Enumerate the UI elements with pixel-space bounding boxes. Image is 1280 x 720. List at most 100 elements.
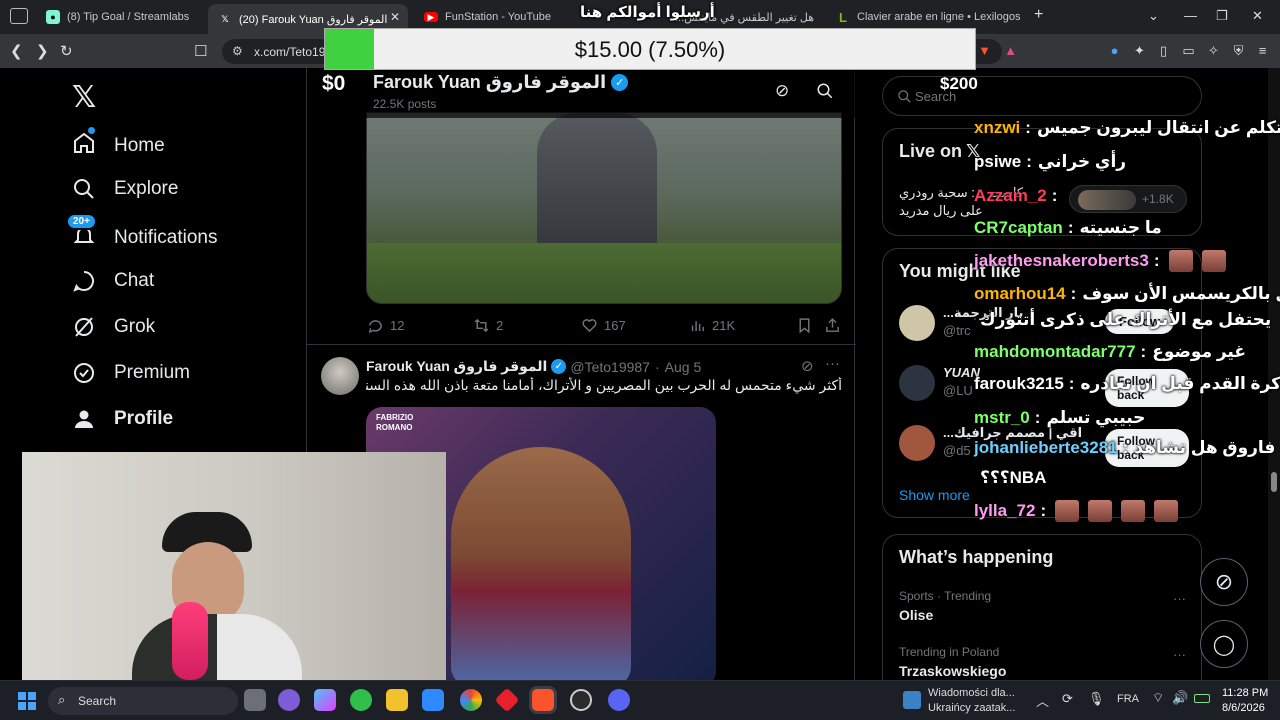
post-date[interactable]: Aug 5 <box>665 359 702 375</box>
obs-icon[interactable] <box>570 689 592 711</box>
brave-icon[interactable] <box>532 689 554 711</box>
tab-streamlabs[interactable]: ● (8) Tip Goal / Streamlabs <box>36 4 206 30</box>
post-image-knight[interactable] <box>366 112 842 304</box>
reply-count: 12 <box>390 318 405 333</box>
battery-icon[interactable] <box>1194 694 1210 703</box>
nav-explore[interactable]: Explore <box>72 177 178 201</box>
tab-title: (8) Tip Goal / Streamlabs <box>67 11 190 23</box>
maximize-button[interactable]: ❐ <box>1216 8 1228 24</box>
bookmark-button[interactable] <box>796 317 819 334</box>
chrome-icon[interactable] <box>460 689 482 711</box>
brave-rewards-icon[interactable]: ▲ <box>1003 43 1018 58</box>
chat-text: طيب تكلم عن انتقال ليبرون جميس <box>1036 118 1280 137</box>
show-more-link[interactable]: Show more <box>899 487 970 503</box>
clock-date[interactable]: 8/6/2026 <box>1222 702 1265 714</box>
search-header-icon[interactable] <box>816 82 834 100</box>
clock-time[interactable]: 11:28 PM <box>1222 687 1268 699</box>
tray-chevron-icon[interactable]: ︿ <box>1036 691 1049 710</box>
tab-search-chevron-icon[interactable]: ⌄ <box>1148 8 1159 24</box>
language-indicator[interactable]: FRA <box>1117 693 1139 705</box>
extensions-icon[interactable]: ✦ <box>1132 43 1147 58</box>
repost-button[interactable]: 2 <box>473 317 503 334</box>
news-line2[interactable]: Ukraińcy zaatak... <box>928 702 1015 714</box>
search-box[interactable]: Search <box>882 76 1202 116</box>
wallet-icon[interactable]: ▭ <box>1181 43 1196 58</box>
listener-count-text: +1.8K <box>1142 192 1174 206</box>
nav-notifications[interactable]: 20+ Notifications <box>66 213 218 253</box>
nav-premium-label: Premium <box>114 362 191 383</box>
chat-text: فاروق هل تشاهد <box>1134 438 1276 457</box>
sync-icon[interactable]: ⟳ <box>1062 691 1073 707</box>
vpn-icon[interactable]: ⛨ <box>1231 43 1246 58</box>
news-line1[interactable]: Wiadomości dla... <box>928 687 1015 699</box>
close-tab-icon[interactable]: ✕ <box>390 10 400 24</box>
chat-app-icon[interactable] <box>278 689 300 711</box>
more-icon[interactable]: ··· <box>825 355 840 372</box>
windows-start-icon[interactable] <box>18 692 36 710</box>
grok-fab-button[interactable]: ⊘ <box>1200 558 1248 606</box>
discord-icon[interactable] <box>608 689 630 711</box>
image-caption: FABRIZIO ROMANO <box>376 413 413 433</box>
nav-profile[interactable]: Profile <box>72 407 173 431</box>
overlay-title: أرسلوا أموالكم هنا <box>580 4 715 21</box>
grok-post-icon[interactable]: ⊘ <box>801 357 814 375</box>
tab-youtube[interactable]: ▶ FunStation - YouTube <box>414 4 584 30</box>
chat-message: mstr_0 : حبيبي تسلم <box>974 408 1145 428</box>
news-widget-icon[interactable] <box>903 691 921 709</box>
trend-item[interactable]: Sports · Trending Olise ··· <box>899 589 1189 633</box>
sidebar-icon[interactable]: ▯ <box>1156 43 1171 58</box>
chat-username: farouk3215 <box>974 374 1064 393</box>
post-author-name[interactable]: Farouk Yuan الموقر فاروق <box>366 358 547 375</box>
trend-more-icon[interactable]: ··· <box>1173 647 1186 662</box>
close-window-button[interactable]: ✕ <box>1252 8 1263 24</box>
nav-chat[interactable]: Chat <box>72 269 154 293</box>
minimize-button[interactable]: — <box>1184 8 1197 23</box>
brave-shield-icon[interactable]: ▼ <box>977 43 992 58</box>
repost-count: 2 <box>496 318 504 333</box>
share-button[interactable] <box>824 317 847 334</box>
volume-icon[interactable]: 🔊 <box>1172 690 1188 706</box>
new-tab-button[interactable]: + <box>1034 6 1043 24</box>
wifi-icon[interactable]: ⌔ <box>1152 690 1164 706</box>
suggestion-handle: @trc <box>943 323 971 338</box>
grok-header-icon[interactable]: ⊘ <box>775 81 789 101</box>
xbox-icon[interactable] <box>350 689 372 711</box>
site-settings-icon[interactable]: ⚙ <box>232 44 243 58</box>
bookmark-icon[interactable]: ☐ <box>194 42 207 60</box>
x-logo-icon[interactable]: 𝕏 <box>72 80 96 115</box>
tab-list-button[interactable] <box>10 8 28 24</box>
scrollbar-thumb[interactable] <box>1271 472 1277 492</box>
microphone-tray-icon[interactable]: 🎙 <box>1088 691 1105 707</box>
extension-badge-icon[interactable]: ● <box>1107 43 1122 58</box>
like-button[interactable]: 167 <box>581 317 626 334</box>
reply-button[interactable]: 12 <box>367 317 404 334</box>
menu-icon[interactable]: ≡ <box>1255 43 1270 58</box>
nav-home[interactable]: Home <box>72 127 165 161</box>
chat-emote-icon <box>1121 500 1146 522</box>
live-text-line2[interactable]: على ريال مدريد <box>899 203 983 219</box>
messages-fab-button[interactable]: ◯ <box>1200 620 1248 668</box>
forward-icon[interactable]: ❯ <box>36 42 49 60</box>
reload-icon[interactable]: ↻ <box>60 42 73 60</box>
chat-username: mahdomontadar777 <box>974 342 1136 361</box>
trend-more-icon[interactable]: ··· <box>1173 591 1186 606</box>
nav-premium[interactable]: Premium <box>72 361 190 385</box>
leo-icon[interactable]: ✧ <box>1206 43 1221 58</box>
post-handle[interactable]: @Teto19987 <box>570 359 650 375</box>
post[interactable]: Farouk Yuan الموقر فاروق ✓ @Teto19987 · … <box>307 344 856 687</box>
x-icon: 𝕏 <box>221 13 229 24</box>
store-icon[interactable] <box>422 689 444 711</box>
views-button[interactable]: 21K <box>689 317 735 334</box>
avatar[interactable] <box>321 357 359 395</box>
nav-grok[interactable]: Grok <box>72 315 155 339</box>
tab-lexilogos[interactable]: L Clavier arabe en ligne • Lexilogos <box>826 4 1026 30</box>
chat-separator: : <box>1025 118 1031 137</box>
red-app-icon[interactable] <box>494 687 520 713</box>
premium-icon <box>74 363 94 383</box>
task-view-icon[interactable] <box>244 689 266 711</box>
file-explorer-icon[interactable] <box>386 689 408 711</box>
nav-notifications-label: Notifications <box>114 227 218 248</box>
back-icon[interactable]: ❮ <box>10 42 23 60</box>
copilot-icon[interactable] <box>314 689 336 711</box>
taskbar-search[interactable]: ⌕ Search <box>48 687 238 715</box>
